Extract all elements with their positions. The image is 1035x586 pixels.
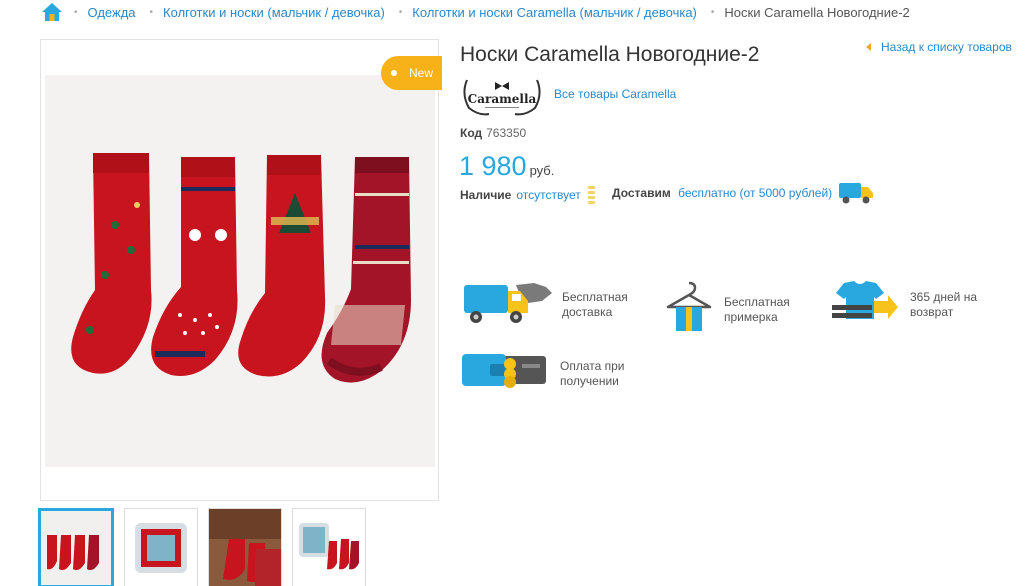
brand-all-products-link[interactable]: Все товары Caramella [554, 87, 676, 101]
feature-line: Оплата при [560, 358, 625, 373]
return-shirt-icon [830, 279, 900, 330]
product-code: Код 763350 [460, 126, 526, 140]
sock-image [238, 155, 326, 377]
breadcrumb-separator: • [74, 6, 78, 18]
price-currency: руб. [529, 163, 555, 178]
sock-image [151, 157, 238, 376]
back-arrow-icon [866, 43, 871, 51]
back-to-list-label: Назад к списку товаров [881, 40, 1012, 54]
sock-image [71, 153, 152, 374]
feature-line: получении [560, 373, 619, 388]
thumbnail-2[interactable] [124, 508, 198, 586]
delivery-truck-small-icon [838, 179, 874, 205]
product-price: 1 980 руб. [459, 151, 554, 182]
feature-line: Бесплатная [562, 289, 628, 304]
feature-365-return: 365 дней на возврат [830, 279, 977, 330]
hanger-icon [664, 279, 714, 340]
availability: Наличие отсутствует [460, 186, 595, 204]
breadcrumb-separator: • [710, 6, 715, 18]
breadcrumb-separator: • [149, 6, 154, 18]
new-badge: New [381, 56, 442, 90]
breadcrumb-current: Носки Caramella Новогодние-2 [724, 4, 910, 20]
delivery-truck-icon [462, 279, 552, 330]
thumbnail-strip [38, 508, 366, 586]
thumbnail-1[interactable] [38, 508, 114, 586]
delivery-value[interactable]: бесплатно (от 5000 рублей) [678, 186, 832, 200]
breadcrumb-link-tights-socks[interactable]: Колготки и носки (мальчик / девочка) [163, 5, 385, 20]
delivery-info: Доставим бесплатно (от 5000 рублей) [612, 186, 832, 200]
availability-value[interactable]: отсутствует [516, 188, 580, 202]
home-icon[interactable] [40, 2, 64, 22]
badge-dot-icon [391, 70, 397, 76]
feature-line: 365 дней на [910, 289, 977, 304]
thumbnail-3[interactable] [208, 508, 282, 586]
sock-image [321, 157, 411, 383]
main-product-image[interactable] [40, 39, 439, 501]
price-value: 1 980 [459, 151, 527, 181]
product-code-value: 763350 [486, 126, 527, 140]
product-title: Носки Caramella Новогодние-2 [460, 43, 760, 66]
thumbnail-4[interactable] [292, 508, 366, 586]
feature-cash-on-delivery: Оплата при получении [460, 350, 625, 397]
feature-365-return-text: 365 дней на возврат [910, 290, 977, 320]
feature-line: возврат [910, 304, 954, 319]
delivery-label: Доставим [612, 186, 671, 200]
breadcrumb-link-clothing[interactable]: Одежда [88, 5, 136, 20]
feature-free-fitting-text: Бесплатная примерка [724, 295, 790, 325]
feature-line: примерка [724, 309, 778, 324]
breadcrumb-separator: • [398, 6, 403, 18]
svg-text:Caramella: Caramella [468, 92, 537, 106]
feature-free-fitting: Бесплатная примерка [664, 279, 790, 340]
feature-line: Бесплатная [724, 294, 790, 309]
breadcrumb: • Одежда • Колготки и носки (мальчик / д… [40, 2, 910, 22]
feature-free-delivery: Бесплатная доставка [462, 279, 628, 330]
product-code-label: Код [460, 126, 483, 140]
stock-level-icon [587, 186, 595, 204]
feature-cash-on-delivery-text: Оплата при получении [560, 359, 625, 389]
wallet-icon [460, 350, 550, 397]
product-photo [45, 75, 435, 467]
new-badge-label: New [409, 66, 434, 80]
availability-label: Наличие [460, 188, 512, 202]
feature-line: доставка [562, 304, 613, 319]
back-to-list-link[interactable]: Назад к списку товаров [866, 40, 1012, 54]
feature-free-delivery-text: Бесплатная доставка [562, 290, 628, 320]
brand-logo[interactable]: Caramella [459, 72, 545, 116]
breadcrumb-link-caramella-socks[interactable]: Колготки и носки Caramella (мальчик / де… [412, 5, 697, 20]
